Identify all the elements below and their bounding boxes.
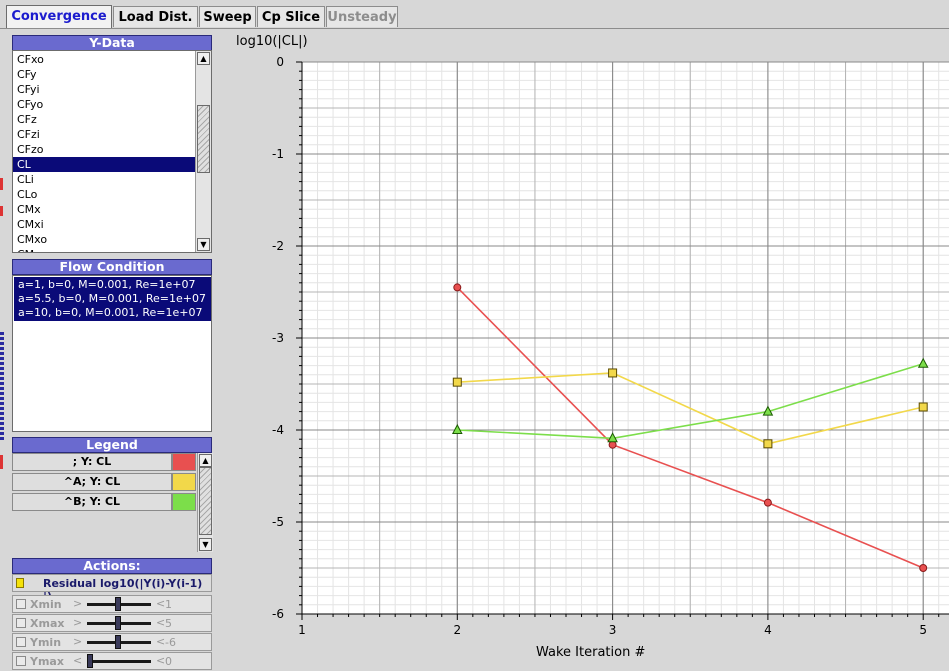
y-tick-label: -1 [272,147,284,161]
x-tick-label: 4 [764,623,772,637]
y-tick-label: -4 [272,423,284,437]
x-tick-label: 3 [609,623,617,637]
x-tick-label: 2 [453,623,461,637]
y-tick-label: -2 [272,239,284,253]
x-tick-label: 5 [919,623,927,637]
y-tick-label: -3 [272,331,284,345]
data-point [918,402,928,412]
convergence-chart[interactable]: 0 -1 -2 -3 -4 -5 -6 1 2 3 4 5 [0,0,949,671]
data-point [608,368,618,378]
data-point [763,439,773,449]
y-tick-label: 0 [276,55,284,69]
data-point [763,498,772,507]
data-point [453,283,462,292]
data-point [919,564,928,572]
y-tick-label: -5 [272,515,284,529]
data-point [452,377,462,387]
y-tick-label: -6 [272,607,284,621]
x-tick-label: 1 [298,623,306,637]
